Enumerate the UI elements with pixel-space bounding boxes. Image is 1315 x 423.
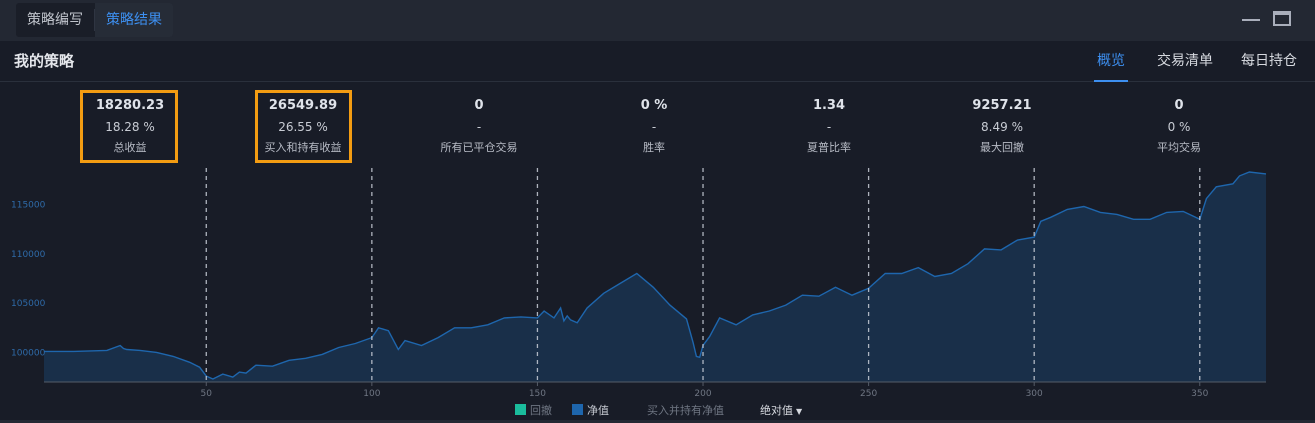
section-header: 我的策略 概览 交易清单 每日持仓 [0,41,1315,82]
y-tick-label: 100000 [11,348,46,358]
x-tick-label: 150 [529,389,546,398]
stat-sharpe-ratio: 1.34 - 夏普比率 [769,95,889,159]
stat-label: 所有已平仓交易 [440,141,518,154]
stat-win-rate: 0 % - 胜率 [594,95,714,159]
legend-drawdown[interactable]: 回撤 [515,403,552,419]
active-tab-underline [1094,80,1128,82]
stat-percent: 0 % [1167,120,1191,134]
tab-trade-list[interactable]: 交易清单 [1157,41,1213,82]
stat-value: 0 % [640,98,668,113]
stat-label: 平均交易 [1157,141,1201,154]
legend-buy-hold[interactable]: 买入并持有净值 [647,403,724,419]
x-tick-label: 350 [1191,389,1208,398]
stat-value: 0 [474,98,484,113]
x-tick-label: 200 [694,389,711,398]
mode-tab-group: 策略编写 策略结果 [16,3,173,37]
maximize-icon[interactable] [1273,11,1291,26]
legend-drawdown-label: 回撤 [530,404,552,417]
legend-buy-hold-label: 买入并持有净值 [647,404,724,417]
stat-label: 最大回撤 [980,141,1024,154]
nav-area [44,172,1266,382]
stat-value: 1.34 [812,98,846,113]
stat-max-drawdown: 9257.21 8.49 % 最大回撤 [942,95,1062,159]
stat-percent: - [826,120,832,134]
stat-value: 9257.21 [972,98,1032,113]
x-tick-label: 300 [1026,389,1043,398]
y-tick-label: 105000 [11,299,46,309]
nav-swatch-icon [572,404,583,415]
highlight-box-total-return [80,90,178,163]
top-bar: 策略编写 策略结果 [0,0,1315,41]
drawdown-swatch-icon [515,404,526,415]
caret-down-icon: ▼ [796,407,803,416]
x-tick-label: 100 [363,389,380,398]
legend-nav-label: 净值 [587,404,609,417]
y-tick-label: 110000 [11,250,46,260]
stat-value: 0 [1174,98,1184,113]
stat-average-trade: 0 0 % 平均交易 [1119,95,1239,159]
stat-label: 胜率 [643,141,665,154]
tab-strategy-edit[interactable]: 策略编写 [16,3,94,37]
stat-percent: 8.49 % [981,120,1023,134]
value-mode-label: 绝对值 [760,404,793,417]
legend-nav[interactable]: 净值 [572,403,609,419]
x-tick-label: 50 [201,389,213,398]
value-mode-dropdown[interactable]: 绝对值 ▼ [760,403,802,419]
y-tick-label: 115000 [11,201,46,211]
stat-label: 夏普比率 [807,141,851,154]
stat-percent: - [651,120,657,134]
tab-overview[interactable]: 概览 [1097,41,1125,82]
tab-daily-positions[interactable]: 每日持仓 [1241,41,1297,82]
equity-chart: 50 100 150 200 250 300 350 100000 105000 110000 11… [11,168,1267,398]
stat-percent: - [476,120,482,134]
x-tick-label: 250 [860,389,877,398]
minimize-icon[interactable] [1242,19,1260,21]
stat-closed-trades: 0 - 所有已平仓交易 [419,95,539,159]
page-title: 我的策略 [14,52,75,70]
tab-strategy-result[interactable]: 策略结果 [95,3,173,37]
highlight-box-buy-hold-return [255,90,352,163]
